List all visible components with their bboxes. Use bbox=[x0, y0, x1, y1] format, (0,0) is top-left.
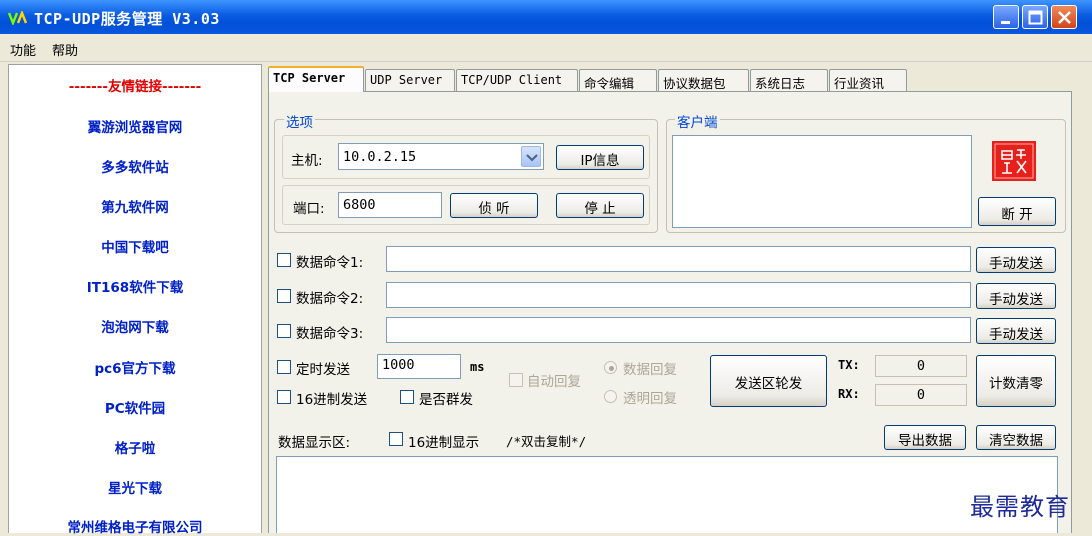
interval-unit-label: ms bbox=[470, 360, 485, 374]
chevron-down-icon bbox=[526, 154, 538, 162]
ip-info-button[interactable]: IP信息 bbox=[556, 145, 644, 170]
sidebar-link[interactable]: 星光下载 bbox=[8, 477, 262, 497]
command-2-send-button[interactable]: 手动发送 bbox=[976, 283, 1056, 309]
hex-send-checkbox[interactable] bbox=[277, 390, 291, 404]
minimize-button[interactable] bbox=[993, 5, 1019, 29]
sidebar-link[interactable]: 格子啦 bbox=[8, 437, 262, 457]
command-3-input[interactable] bbox=[386, 317, 971, 343]
sidebar-header: -------友情链接------- bbox=[68, 79, 202, 95]
sidebar-link[interactable]: 常州维格电子有限公司 bbox=[8, 516, 262, 536]
hex-display-label: 16进制显示 bbox=[408, 435, 480, 451]
tab-protocol-packets[interactable]: 协议数据包 bbox=[658, 69, 749, 91]
sidebar-link[interactable]: PC软件园 bbox=[8, 397, 262, 417]
sidebar-link[interactable]: 翼游浏览器官网 bbox=[8, 116, 262, 136]
host-select-value: 10.0.2.15 bbox=[343, 149, 417, 165]
tab-udp-server[interactable]: UDP Server bbox=[365, 69, 455, 91]
transparent-reply-radio[interactable] bbox=[604, 390, 617, 403]
interval-input[interactable]: 1000 bbox=[377, 354, 461, 379]
window-title: TCP-UDP服务管理 V3.03 bbox=[34, 10, 220, 28]
clear-data-button[interactable]: 清空数据 bbox=[976, 425, 1056, 450]
tx-label: TX: bbox=[838, 358, 860, 372]
data-reply-radio[interactable] bbox=[604, 361, 617, 374]
command-1-label: 数据命令1: bbox=[296, 255, 364, 271]
seal-logo-icon bbox=[994, 143, 1034, 179]
command-1-checkbox[interactable] bbox=[277, 253, 291, 267]
hex-display-checkbox[interactable] bbox=[389, 432, 403, 446]
command-3-send-button[interactable]: 手动发送 bbox=[976, 318, 1056, 344]
host-label: 主机: bbox=[291, 153, 323, 169]
rx-value: 0 bbox=[875, 384, 967, 406]
port-label: 端口: bbox=[293, 201, 325, 217]
command-1-send-button[interactable]: 手动发送 bbox=[976, 247, 1056, 273]
sidebar-link[interactable]: pc6官方下载 bbox=[8, 357, 262, 377]
tab-command-edit[interactable]: 命令编辑 bbox=[579, 69, 657, 91]
tab-tcp-server[interactable]: TCP Server bbox=[268, 66, 364, 92]
export-data-button[interactable]: 导出数据 bbox=[884, 425, 966, 450]
transparent-reply-label: 透明回复 bbox=[623, 391, 677, 407]
command-1-input[interactable] bbox=[386, 246, 971, 272]
close-button[interactable] bbox=[1051, 5, 1077, 29]
auto-reply-checkbox[interactable] bbox=[509, 373, 523, 387]
copy-hint: /*双击复制*/ bbox=[506, 434, 587, 449]
host-select[interactable]: 10.0.2.15 bbox=[338, 143, 544, 170]
menu-bar bbox=[0, 34, 1092, 62]
minimize-icon bbox=[1001, 21, 1010, 24]
tx-value: 0 bbox=[875, 355, 967, 377]
sidebar-link[interactable]: 泡泡网下载 bbox=[8, 316, 262, 336]
data-reply-label: 数据回复 bbox=[623, 362, 677, 378]
menu-function[interactable]: 功能 bbox=[10, 40, 36, 59]
maximize-button[interactable] bbox=[1022, 5, 1048, 29]
listen-button[interactable]: 侦 听 bbox=[450, 193, 538, 218]
tab-system-log[interactable]: 系统日志 bbox=[750, 69, 828, 91]
command-2-checkbox[interactable] bbox=[277, 289, 291, 303]
display-area-label: 数据显示区: bbox=[278, 435, 351, 451]
close-icon bbox=[1058, 11, 1071, 24]
tab-industry-news[interactable]: 行业资讯 bbox=[829, 69, 907, 91]
port-input[interactable]: 6800 bbox=[338, 192, 442, 218]
command-2-input[interactable] bbox=[386, 282, 971, 308]
broadcast-checkbox[interactable] bbox=[400, 390, 414, 404]
client-list[interactable] bbox=[672, 135, 972, 228]
maximize-icon bbox=[1028, 10, 1043, 25]
host-dropdown-button[interactable] bbox=[521, 146, 541, 167]
auto-reply-label: 自动回复 bbox=[527, 374, 581, 390]
app-icon bbox=[7, 9, 28, 27]
sidebar-link[interactable]: 多多软件站 bbox=[8, 156, 262, 176]
client-group-label: 客户端 bbox=[675, 111, 720, 131]
command-3-checkbox[interactable] bbox=[277, 324, 291, 338]
seal-logo bbox=[992, 141, 1036, 181]
watermark: 最需教育 bbox=[970, 493, 1070, 521]
clear-count-button[interactable]: 计数清零 bbox=[976, 355, 1056, 407]
command-3-label: 数据命令3: bbox=[296, 326, 364, 342]
radio-dot-icon bbox=[609, 366, 614, 371]
timed-send-label: 定时发送 bbox=[296, 362, 350, 378]
options-group-label: 选项 bbox=[284, 111, 315, 131]
sidebar-link[interactable]: IT168软件下载 bbox=[8, 276, 262, 296]
timed-send-checkbox[interactable] bbox=[277, 360, 291, 374]
hex-send-label: 16进制发送 bbox=[296, 392, 368, 408]
disconnect-button[interactable]: 断 开 bbox=[978, 197, 1056, 226]
broadcast-label: 是否群发 bbox=[419, 392, 473, 408]
command-2-label: 数据命令2: bbox=[296, 291, 364, 307]
rx-label: RX: bbox=[838, 387, 860, 401]
sidebar-link[interactable]: 中国下载吧 bbox=[8, 236, 262, 256]
tab-tcp-udp-client[interactable]: TCP/UDP Client bbox=[456, 69, 578, 91]
data-display-area[interactable] bbox=[276, 456, 1058, 533]
stop-button[interactable]: 停 止 bbox=[556, 193, 644, 218]
menu-help[interactable]: 帮助 bbox=[52, 40, 78, 59]
sidebar-link[interactable]: 第九软件网 bbox=[8, 196, 262, 216]
rotate-send-button[interactable]: 发送区轮发 bbox=[710, 355, 827, 407]
